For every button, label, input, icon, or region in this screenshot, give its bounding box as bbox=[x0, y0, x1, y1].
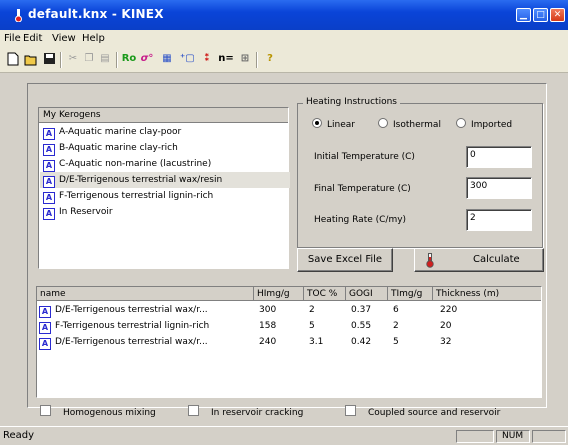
final-temperature-label: Final Temperature (C) bbox=[314, 184, 411, 194]
kerogen-icon: A bbox=[43, 128, 55, 140]
column-header-ti[interactable]: TImg/g bbox=[388, 287, 433, 301]
cut-icon[interactable]: ✂ bbox=[66, 52, 80, 66]
radio-isothermal[interactable]: Isothermal bbox=[378, 118, 441, 130]
list-item[interactable]: A A-Aquatic marine clay-poor bbox=[43, 124, 181, 140]
kerogen-icon: A bbox=[43, 192, 55, 204]
column-header-hi[interactable]: HImg/g bbox=[254, 287, 304, 301]
copy-icon[interactable]: ❐ bbox=[82, 52, 96, 66]
radio-linear[interactable]: Linear bbox=[312, 118, 355, 130]
radio-imported[interactable]: Imported bbox=[456, 118, 512, 130]
minimize-button[interactable]: ▁ bbox=[516, 8, 531, 22]
column-header-thickness[interactable]: Thickness (m) bbox=[433, 287, 541, 301]
menu-edit[interactable]: Edit bbox=[23, 33, 42, 44]
num-lock-indicator: NUM bbox=[496, 430, 530, 443]
reservoir-cracking-checkbox[interactable]: In reservoir cracking bbox=[188, 405, 303, 418]
list-item[interactable]: A F-Terrigenous terrestrial lignin-rich bbox=[43, 188, 213, 204]
calculate-label: Calculate bbox=[473, 254, 520, 265]
thermometer-icon bbox=[426, 253, 434, 268]
heating-rate-field[interactable]: 2 bbox=[466, 209, 532, 231]
kerogen-icon: A bbox=[43, 176, 55, 188]
kerogen-list[interactable]: My Kerogens A A-Aquatic marine clay-poor … bbox=[38, 107, 290, 269]
thermometer-icon bbox=[15, 9, 22, 22]
column-header-name[interactable]: name bbox=[37, 287, 254, 301]
radio-icon bbox=[312, 118, 322, 128]
coupled-source-checkbox[interactable]: Coupled source and reservoir bbox=[345, 405, 500, 418]
heating-rate-label: Heating Rate (C/my) bbox=[314, 215, 407, 225]
toolbar-separator bbox=[60, 52, 62, 68]
window-title: default.knx - KINEX bbox=[28, 7, 164, 21]
column-header-toc[interactable]: TOC % bbox=[304, 287, 346, 301]
status-panel bbox=[532, 430, 566, 443]
toolbar: ✂ ❐ ▤ Ro σ° ▦ ⁺▢ ⁑ n= ⊞ ? bbox=[0, 48, 568, 73]
kerogen-icon: A bbox=[39, 338, 51, 350]
initial-temperature-label: Initial Temperature (C) bbox=[314, 152, 415, 162]
open-icon[interactable] bbox=[24, 52, 38, 66]
new-icon[interactable] bbox=[6, 52, 20, 66]
column-header-gogi[interactable]: GOGI bbox=[346, 287, 388, 301]
homogenous-mixing-checkbox[interactable]: Homogenous mixing bbox=[40, 405, 156, 418]
n-icon[interactable]: n= bbox=[218, 52, 234, 66]
save-icon[interactable] bbox=[42, 52, 56, 66]
kerogen-icon: A bbox=[43, 144, 55, 156]
calculate-button[interactable]: Calculate bbox=[414, 248, 544, 272]
toolbar-separator bbox=[256, 52, 258, 68]
toolbar-separator bbox=[116, 52, 118, 68]
menu-help[interactable]: Help bbox=[82, 33, 105, 44]
kerogen-icon: A bbox=[39, 322, 51, 334]
checkbox-icon bbox=[40, 405, 51, 416]
menu-bar: File Edit View Help bbox=[0, 30, 568, 48]
status-text: Ready bbox=[3, 430, 35, 441]
table-row[interactable]: A D/E-Terrigenous terrestrial wax/r... 30… bbox=[37, 302, 541, 318]
checkbox-icon bbox=[345, 405, 356, 416]
help-icon[interactable]: ? bbox=[263, 52, 277, 66]
paste-icon[interactable]: ▤ bbox=[98, 52, 112, 66]
maximize-button[interactable]: □ bbox=[533, 8, 548, 22]
chart-icon[interactable]: ▦ bbox=[160, 52, 174, 66]
status-bar: Ready NUM bbox=[0, 426, 568, 445]
list-item[interactable]: A In Reservoir bbox=[43, 204, 113, 220]
radio-icon bbox=[378, 118, 388, 128]
status-panel bbox=[456, 430, 494, 443]
menu-view[interactable]: View bbox=[52, 33, 76, 44]
kerogen-icon: A bbox=[43, 208, 55, 220]
ro-icon[interactable]: Ro bbox=[120, 52, 138, 66]
results-table[interactable]: name HImg/g TOC % GOGI TImg/g Thickness … bbox=[36, 286, 542, 398]
oil-icon[interactable]: σ° bbox=[140, 52, 154, 66]
kerogen-list-header: My Kerogens bbox=[39, 108, 288, 123]
title-bar[interactable]: default.knx - KINEX ▁ □ ✕ bbox=[0, 0, 568, 30]
kerogen-icon: A bbox=[43, 160, 55, 172]
list-item[interactable]: A C-Aquatic non-marine (lacustrine) bbox=[43, 156, 211, 172]
tmax-icon[interactable]: ⁑ bbox=[200, 52, 214, 66]
grid-icon[interactable]: ⊞ bbox=[238, 52, 252, 66]
radio-icon bbox=[456, 118, 466, 128]
heating-group-label: Heating Instructions bbox=[303, 97, 400, 107]
menu-file[interactable]: File bbox=[4, 33, 21, 44]
list-item[interactable]: A B-Aquatic marine clay-rich bbox=[43, 140, 178, 156]
add-icon[interactable]: ⁺▢ bbox=[180, 52, 195, 66]
final-temperature-field[interactable]: 300 bbox=[466, 177, 532, 199]
initial-temperature-field[interactable]: 0 bbox=[466, 146, 532, 168]
list-item-selected[interactable]: A D/E-Terrigenous terrestrial wax/resin bbox=[40, 172, 290, 188]
table-row[interactable]: A F-Terrigenous terrestrial lignin-rich 1… bbox=[37, 318, 541, 334]
close-button[interactable]: ✕ bbox=[550, 8, 565, 22]
checkbox-icon bbox=[188, 405, 199, 416]
kerogen-icon: A bbox=[39, 306, 51, 318]
save-excel-button[interactable]: Save Excel File bbox=[297, 248, 393, 272]
table-row[interactable]: A D/E-Terrigenous terrestrial wax/r... 24… bbox=[37, 334, 541, 350]
